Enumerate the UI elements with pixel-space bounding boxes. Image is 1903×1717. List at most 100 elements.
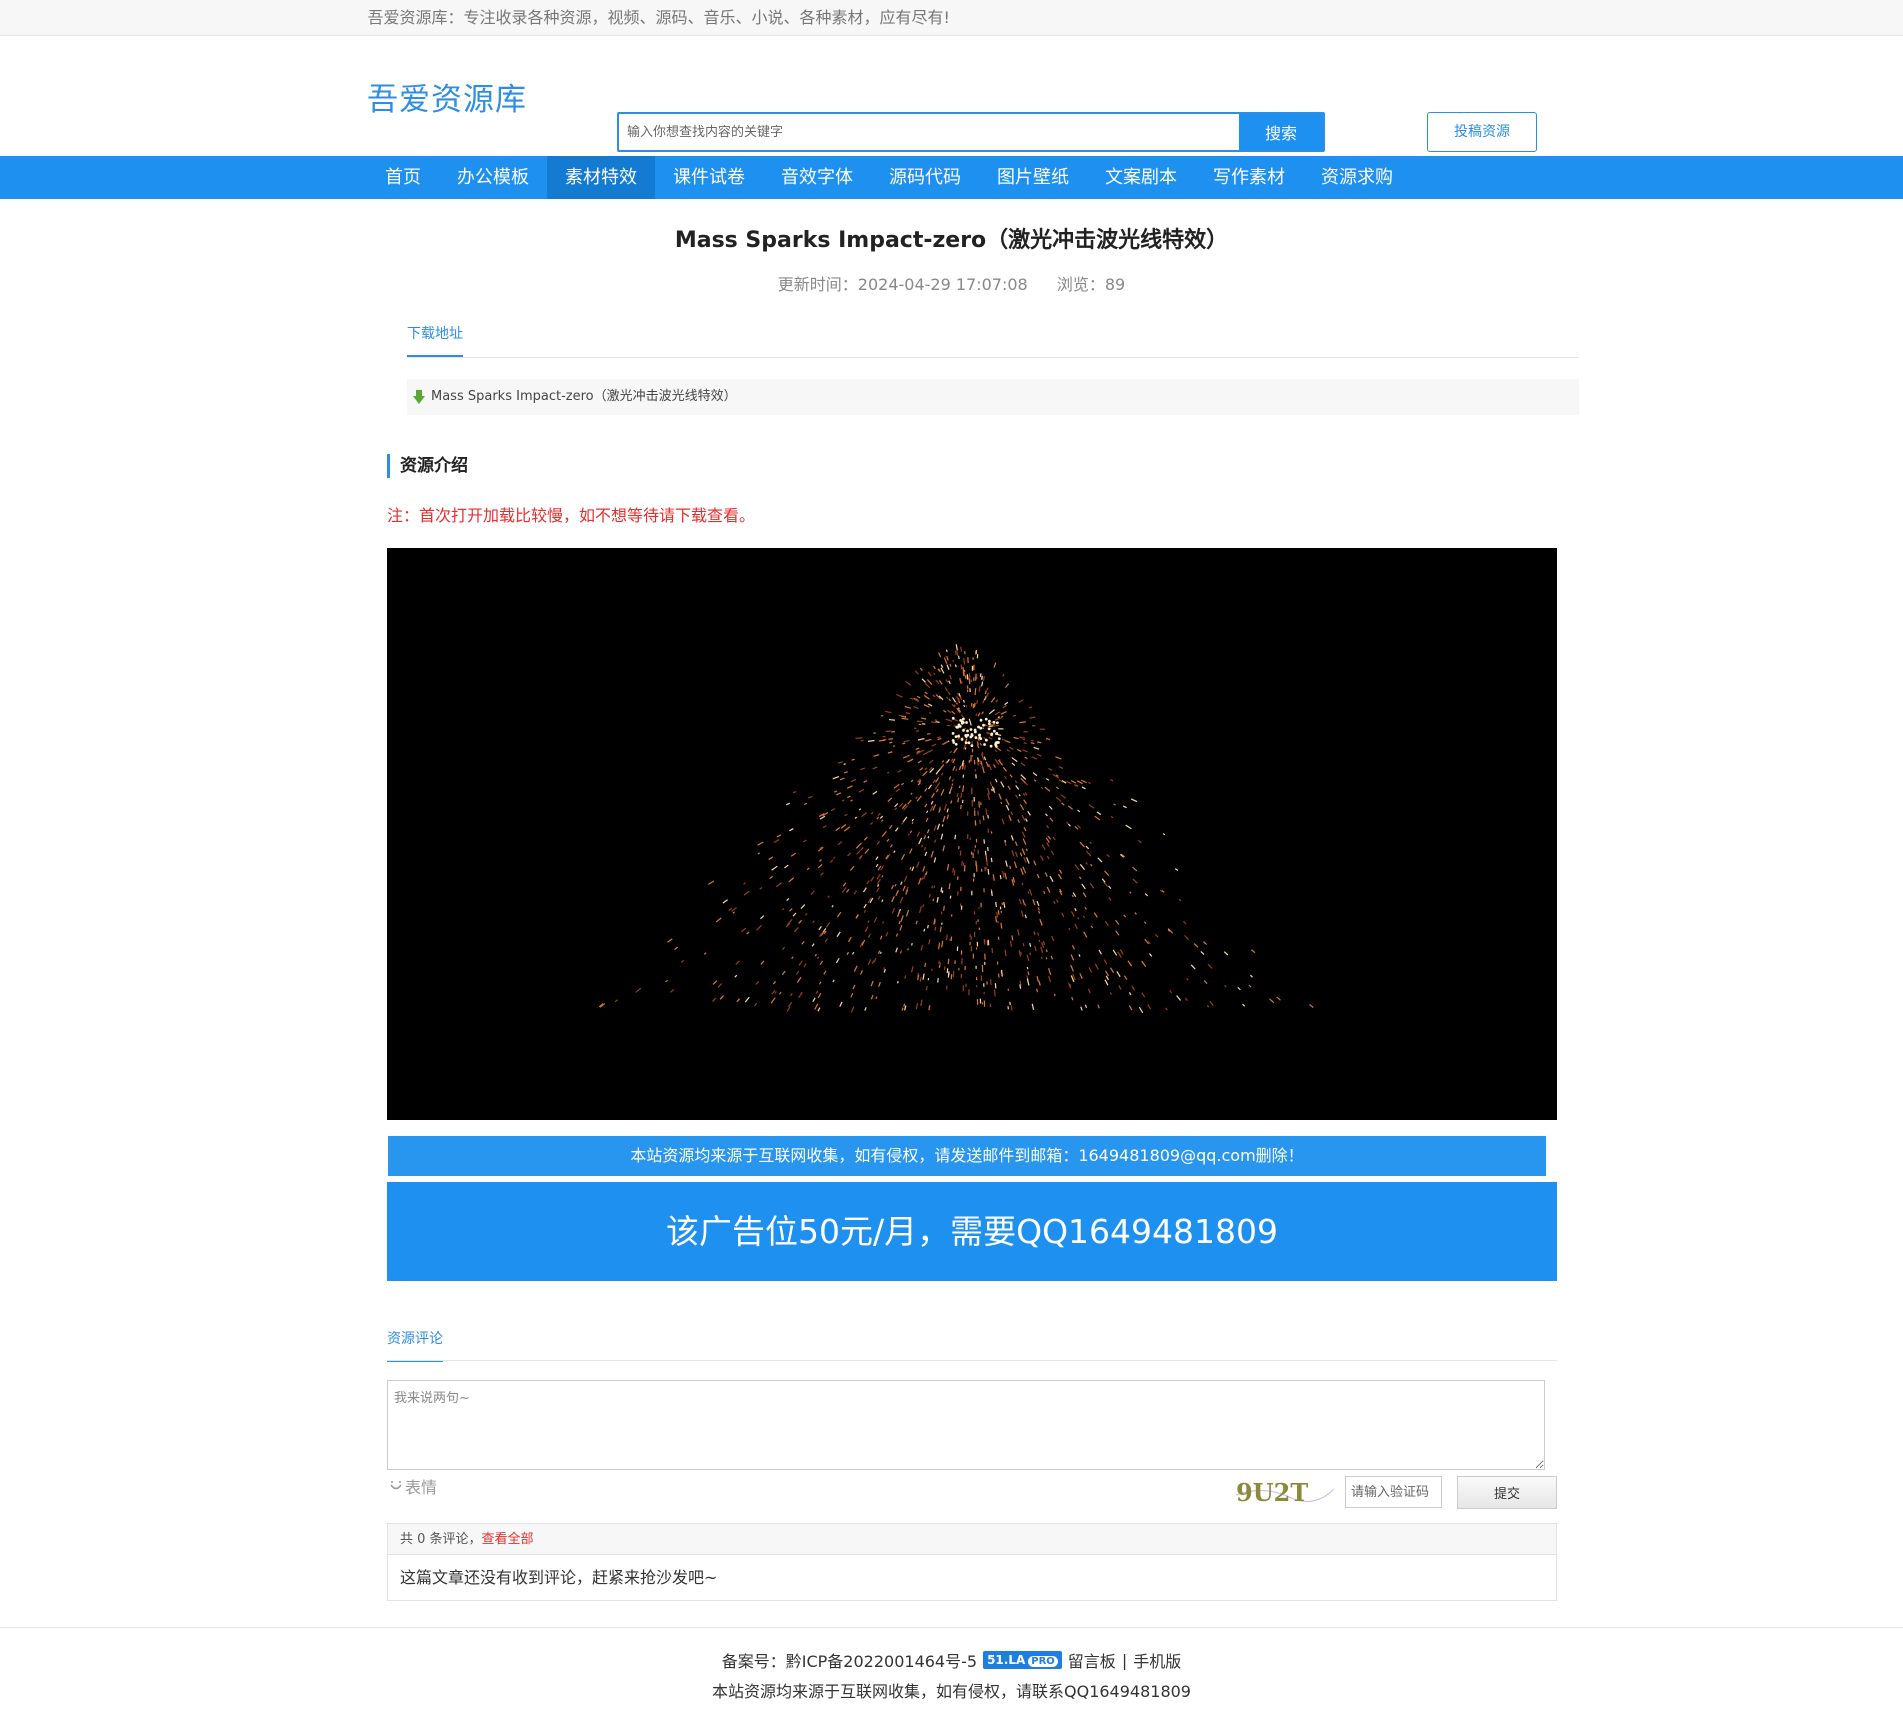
spark-particle [852, 951, 855, 955]
submit-comment-button[interactable]: 提交 [1457, 1476, 1557, 1509]
spark-particle [1020, 951, 1022, 955]
download-link-text[interactable]: Mass Sparks Impact-zero（激光冲击波光线特效） [431, 389, 737, 404]
spark-particle [776, 834, 782, 838]
spark-particle [933, 857, 937, 863]
download-link-item[interactable]: Mass Sparks Impact-zero（激光冲击波光线特效） [407, 379, 1579, 415]
spark-particle [898, 920, 901, 925]
spark-particle [1067, 823, 1071, 827]
spark-particle [784, 864, 789, 869]
spark-particle [1018, 950, 1022, 957]
spark-particle [732, 911, 735, 914]
spark-particle [1122, 805, 1127, 809]
nav-item[interactable]: 首页 [367, 156, 439, 199]
spark-particle [1206, 1005, 1210, 1008]
spark-particle [903, 875, 908, 883]
spark-particle [1105, 975, 1109, 981]
search-input[interactable] [619, 114, 1239, 150]
spark-particle [960, 664, 963, 670]
spark-particle [822, 825, 827, 829]
spark-particle [1045, 813, 1048, 817]
spark-particle [801, 940, 805, 945]
spark-particle [819, 815, 826, 820]
spark-particle [895, 933, 899, 937]
guestbook-link[interactable]: 留言板 [1068, 1648, 1116, 1672]
nav-item[interactable]: 办公模板 [439, 156, 547, 199]
spark-particle [958, 700, 961, 704]
spark-particle [1061, 802, 1065, 806]
spark-particle [800, 904, 806, 910]
spark-core [989, 744, 993, 748]
site-logo[interactable]: 吾爱资源库 [367, 74, 527, 119]
video-player[interactable] [387, 548, 1557, 1120]
spark-particle [873, 917, 878, 923]
spark-particle [916, 795, 922, 802]
spark-particle [896, 910, 901, 918]
spark-particle [922, 770, 928, 777]
nav-item[interactable]: 资源求购 [1303, 156, 1411, 199]
spark-particle [934, 719, 938, 722]
spark-particle [864, 848, 870, 854]
spark-particle [991, 788, 993, 792]
spark-particle [896, 980, 899, 984]
nav-item[interactable]: 文案剧本 [1087, 156, 1195, 199]
tab-download[interactable]: 下载地址 [407, 323, 463, 357]
spark-particle [836, 911, 842, 918]
spark-particle [712, 980, 718, 985]
captcha-input[interactable] [1345, 1476, 1442, 1508]
spark-particle [1024, 914, 1027, 919]
submit-resource-button[interactable]: 投稿资源 [1427, 112, 1537, 152]
spark-particle [1203, 980, 1208, 985]
spark-particle [843, 826, 851, 832]
51la-badge[interactable]: 51.LA PRO [983, 1651, 1062, 1669]
spark-particle [925, 817, 929, 823]
spark-particle [1080, 779, 1087, 784]
spark-particle [982, 676, 986, 681]
comment-input[interactable] [387, 1380, 1545, 1470]
ad-banner[interactable]: 该广告位50元/月，需要QQ1649481809 [387, 1182, 1557, 1281]
view-all-link[interactable]: 查看全部 [482, 1532, 534, 1547]
spark-particle [880, 819, 884, 822]
nav-item[interactable]: 素材特效 [547, 156, 655, 199]
spark-particle [1144, 893, 1149, 897]
spark-particle [940, 887, 943, 893]
spark-particle [1005, 804, 1010, 811]
spark-particle [1079, 973, 1083, 980]
spark-particle [614, 999, 618, 1003]
spark-particle [1011, 757, 1018, 763]
tab-comments[interactable]: 资源评论 [387, 1328, 443, 1362]
search-button[interactable]: 搜索 [1239, 114, 1323, 150]
header: 吾爱资源库 搜索 投稿资源 [0, 36, 1903, 156]
spark-particle [736, 998, 741, 1003]
spark-particle [1087, 988, 1091, 994]
spark-particle [1080, 1006, 1083, 1011]
spark-particle [785, 802, 791, 806]
spark-particle [946, 863, 950, 871]
spark-core [997, 741, 1000, 744]
spark-particle [923, 703, 930, 708]
nav-item[interactable]: 课件试卷 [655, 156, 763, 199]
nav-item[interactable]: 写作素材 [1195, 156, 1303, 199]
spark-particle [781, 907, 785, 911]
mobile-link[interactable]: 手机版 [1133, 1648, 1181, 1672]
spark-particle [928, 893, 931, 898]
spark-particle [1021, 814, 1026, 822]
spark-particle [917, 737, 925, 741]
nav-item[interactable]: 图片壁纸 [979, 156, 1087, 199]
spark-particle [855, 737, 863, 739]
emoji-button[interactable]: 表情 [389, 1474, 437, 1498]
spark-particle [833, 790, 838, 793]
spark-particle [1116, 971, 1121, 978]
nav-item[interactable]: 音效字体 [763, 156, 871, 199]
captcha-image[interactable]: 9U2T [1234, 1475, 1335, 1509]
spark-particle [992, 874, 995, 881]
nav-item[interactable]: 源码代码 [871, 156, 979, 199]
spark-particle [930, 721, 937, 724]
spark-particle [1182, 920, 1187, 925]
spark-particle [1038, 910, 1041, 914]
spark-particle [941, 740, 949, 746]
spark-particle [1010, 835, 1014, 841]
icp-number[interactable]: 备案号：黔ICP备2022001464号-5 [722, 1648, 977, 1672]
spark-particle [759, 887, 763, 890]
spark-particle [667, 938, 673, 943]
spark-particle [1040, 956, 1043, 960]
